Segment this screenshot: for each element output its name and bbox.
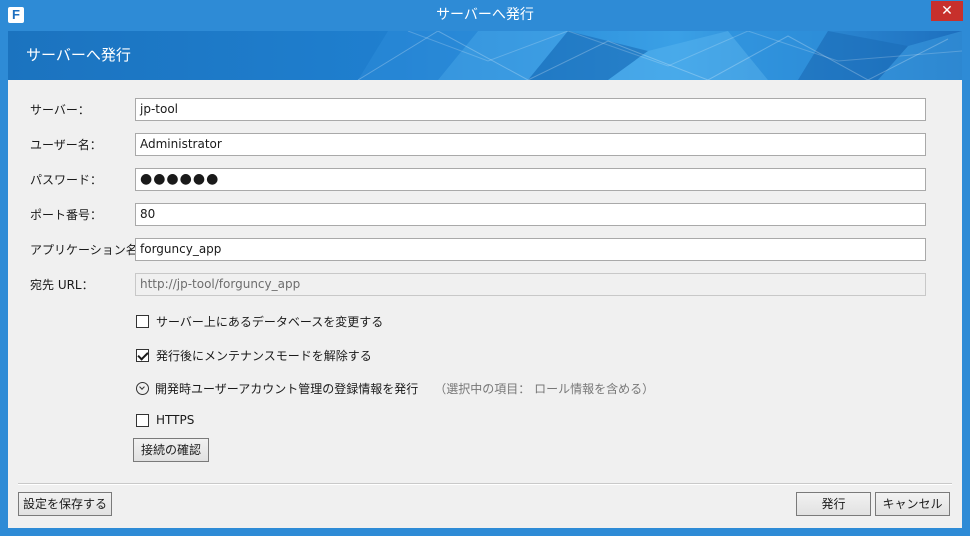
port-input[interactable]: 80 [135, 203, 926, 226]
title-bar[interactable]: F サーバーへ発行 ✕ [0, 0, 970, 31]
https-checkbox[interactable] [136, 413, 149, 427]
publish-accounts-label: 開発時ユーザーアカウント管理の登録情報を発行 [155, 381, 419, 396]
username-label: ユーザー名： [30, 138, 102, 152]
publish-dialog-window: F サーバーへ発行 ✕ サーバーへ発行 サーバー： jp-tool ユーザー名：… [0, 0, 970, 536]
banner-title: サーバーへ発行 [26, 46, 131, 64]
server-input[interactable]: jp-tool [135, 98, 926, 121]
header-banner: サーバーへ発行 [8, 31, 962, 80]
password-label: パスワード： [30, 173, 103, 187]
port-label: ポート番号： [30, 208, 103, 222]
release-maintenance-option[interactable]: 発行後にメンテナンスモードを解除する [136, 346, 372, 364]
chevron-circle-down-icon[interactable] [136, 381, 149, 395]
app-name-input[interactable]: forguncy_app [135, 238, 926, 261]
dialog-body: サーバーへ発行 サーバー： jp-tool ユーザー名： Administrat… [8, 31, 962, 528]
change-db-option[interactable]: サーバー上にあるデータベースを変更する [136, 312, 383, 330]
release-maintenance-label: 発行後にメンテナンスモードを解除する [156, 348, 372, 363]
test-connection-button[interactable]: 接続の確認 [133, 438, 209, 462]
url-label: 宛先 URL： [30, 278, 94, 292]
release-maintenance-checkbox[interactable] [136, 348, 149, 362]
https-option[interactable]: HTTPS [136, 411, 194, 429]
password-input[interactable]: ●●●●●● [135, 168, 926, 191]
server-label: サーバー： [30, 103, 90, 117]
username-input[interactable]: Administrator [135, 133, 926, 156]
banner-background-graphic [357, 31, 962, 80]
window-title: サーバーへ発行 [436, 7, 534, 23]
change-db-checkbox[interactable] [136, 314, 149, 328]
footer-separator [18, 483, 952, 485]
change-db-label: サーバー上にあるデータベースを変更する [156, 314, 384, 329]
publish-accounts-hint: （選択中の項目： ロール情報を含める） [434, 381, 655, 396]
https-label: HTTPS [156, 413, 195, 427]
url-field: http://jp-tool/forguncy_app [135, 273, 926, 296]
publish-accounts-option[interactable]: 開発時ユーザーアカウント管理の登録情報を発行 （選択中の項目： ロール情報を含め… [136, 379, 654, 397]
app-name-label: アプリケーション名： [30, 243, 150, 257]
close-button[interactable]: ✕ [931, 1, 963, 21]
save-settings-button[interactable]: 設定を保存する [18, 492, 112, 516]
cancel-button[interactable]: キャンセル [875, 492, 950, 516]
publish-button[interactable]: 発行 [796, 492, 871, 516]
